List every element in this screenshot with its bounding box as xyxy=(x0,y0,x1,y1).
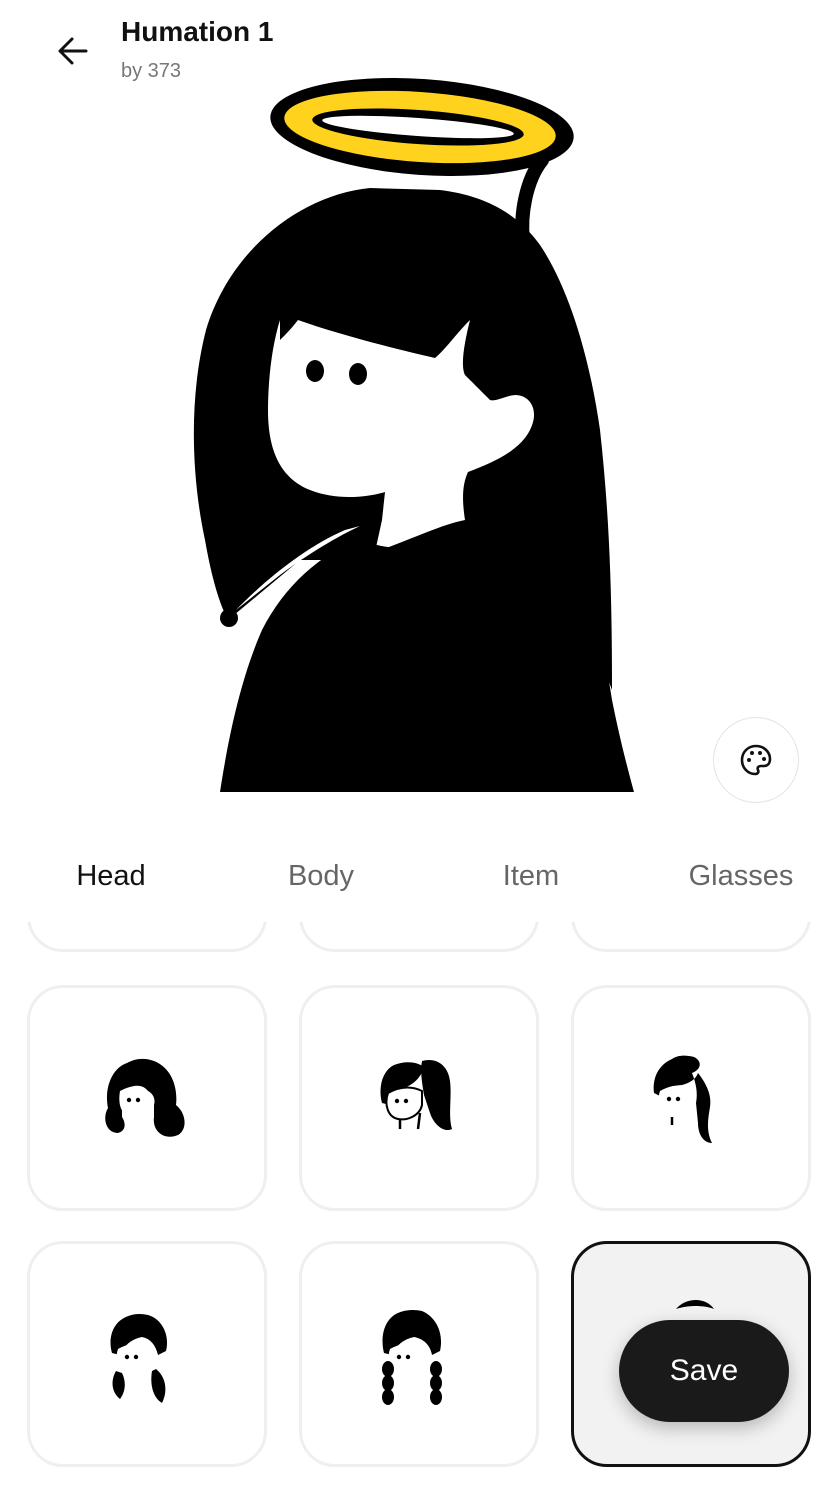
color-palette-button[interactable] xyxy=(713,717,799,803)
long-wavy-hair-icon xyxy=(653,1055,712,1143)
tab-head[interactable]: Head xyxy=(0,838,210,914)
palette-icon xyxy=(740,744,772,776)
option-tile-partial[interactable] xyxy=(27,922,267,952)
option-tile-long-wavy-hair[interactable] xyxy=(571,985,811,1211)
save-button[interactable]: Save xyxy=(619,1320,789,1422)
option-tile-braids-hair[interactable] xyxy=(299,1241,539,1467)
option-tile-short-curly-hair[interactable] xyxy=(27,985,267,1211)
tab-body[interactable]: Body xyxy=(210,838,420,914)
avatar-preview xyxy=(193,77,634,792)
option-tile-ponytail-hair[interactable] xyxy=(299,985,539,1211)
braids-hair-icon xyxy=(382,1309,442,1405)
option-tile-partial[interactable] xyxy=(571,922,811,952)
tab-item[interactable]: Item xyxy=(420,838,630,914)
tab-glasses[interactable]: Glasses xyxy=(630,838,840,914)
option-tile-pigtails-hair[interactable] xyxy=(27,1241,267,1467)
pigtails-hair-icon xyxy=(110,1313,168,1403)
page-title: Humation 1 xyxy=(121,16,274,47)
category-tabs: Head Body Item Glasses xyxy=(0,838,840,914)
option-tile-partial[interactable] xyxy=(299,922,539,952)
short-curly-hair-icon xyxy=(105,1058,185,1137)
ponytail-hair-icon xyxy=(380,1059,452,1131)
